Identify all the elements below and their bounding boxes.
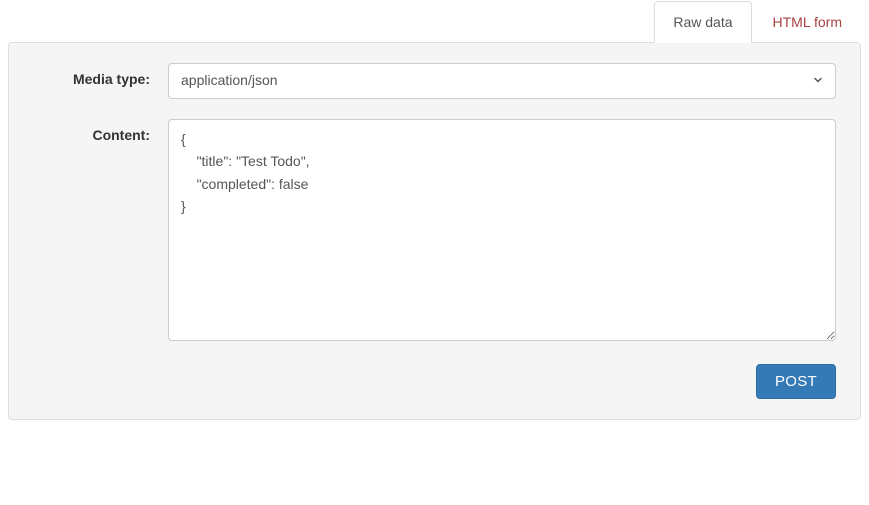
tab-html-form[interactable]: HTML form (754, 1, 861, 43)
content-textarea[interactable] (168, 119, 836, 341)
media-type-row: Media type: application/json (33, 63, 836, 99)
tab-label: HTML form (773, 14, 842, 30)
form-tabs: Raw data HTML form (8, 1, 861, 43)
post-button[interactable]: POST (756, 364, 836, 399)
media-type-label: Media type: (33, 63, 168, 87)
tab-label: Raw data (673, 14, 732, 30)
content-label: Content: (33, 119, 168, 143)
media-type-select[interactable]: application/json (168, 63, 836, 99)
request-form-panel: Media type: application/json Content: (8, 42, 861, 420)
post-button-label: POST (775, 373, 817, 390)
tab-raw-data[interactable]: Raw data (654, 1, 751, 43)
form-actions: POST (33, 364, 836, 399)
media-type-select-wrapper: application/json (168, 63, 836, 99)
content-row: Content: (33, 119, 836, 344)
